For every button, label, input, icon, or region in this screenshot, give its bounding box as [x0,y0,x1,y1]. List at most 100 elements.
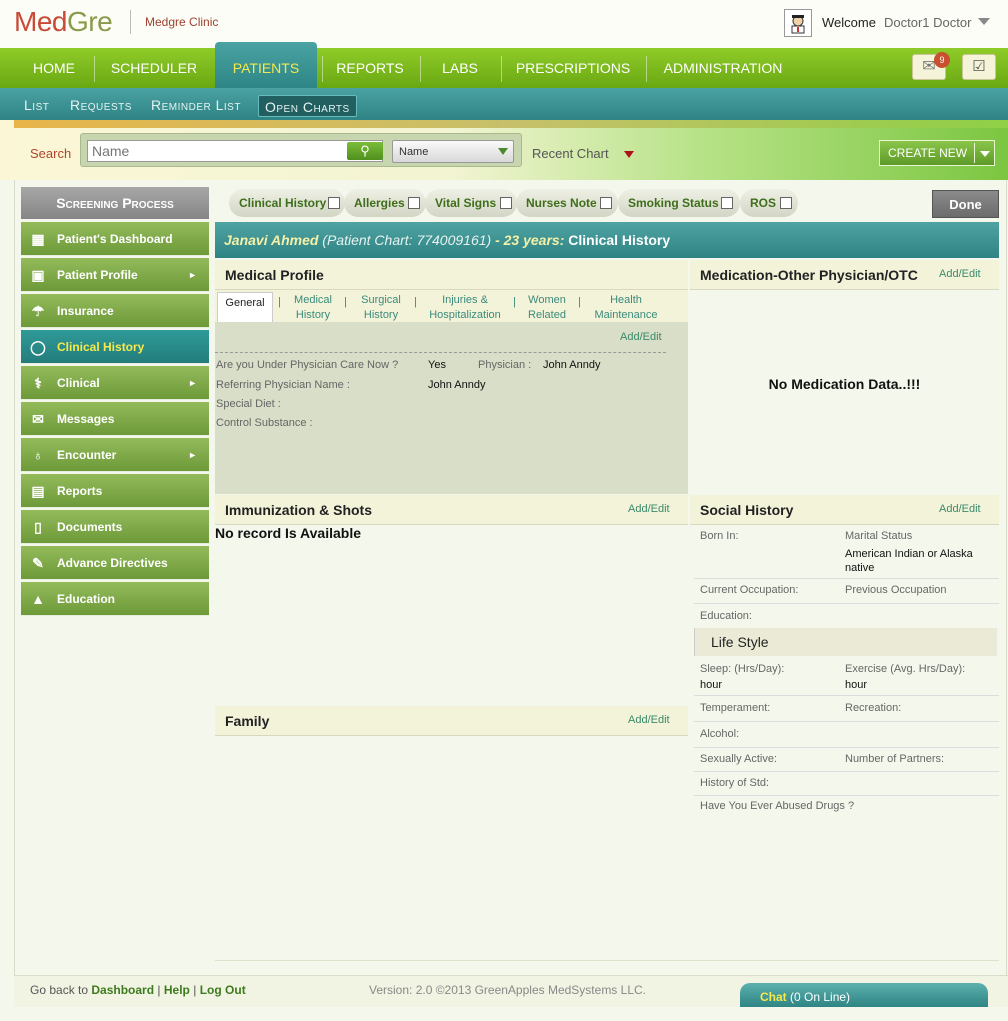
content-frame-left [14,180,15,975]
medication-add-edit[interactable]: Add/Edit [939,268,981,280]
doctor-avatar-icon [791,15,805,34]
nav-labs[interactable]: LABS [426,48,494,88]
mp-tab-health-maintenance[interactable]: Health Maintenance [590,293,662,323]
immunization-add-edit[interactable]: Add/Edit [628,503,670,515]
family-add-edit[interactable]: Add/Edit [628,714,670,726]
main-nav: HOME SCHEDULER PATIENTS REPORTS LABS PRE… [0,42,1008,88]
sidebar-item-clinical[interactable]: ⚕ Clinical ► [21,366,209,400]
medgre-logo[interactable]: MedGre [14,6,113,38]
mp-tab-women-related[interactable]: Women Related [524,293,570,323]
sidebar-item-advance-directives[interactable]: ✎ Advance Directives [21,546,209,580]
button-divider [974,143,975,163]
marital-status-value: American Indian or Alaska native [845,548,973,574]
tab-smoking-status[interactable]: Smoking Status [618,189,740,217]
sidebar-item-reports[interactable]: ▤ Reports [21,474,209,508]
sidebar-title: Screening Process [21,187,209,219]
chat-bar[interactable]: Chat (0 On Line) [740,983,988,1007]
physician-label: Physician : [478,359,532,371]
mp-tab-general[interactable]: General [217,292,273,324]
tab-checkbox[interactable] [780,197,792,209]
logout-link[interactable]: Log Out [200,983,246,997]
tab-checkbox[interactable] [500,197,512,209]
tab-checkbox[interactable] [328,197,340,209]
link-separator: | [193,983,197,997]
chevron-down-icon[interactable] [498,148,508,155]
avatar[interactable] [784,9,812,37]
tab-checkbox[interactable] [408,197,420,209]
tab-ros[interactable]: ROS [740,189,798,217]
tab-separator: | [414,296,417,308]
search-input[interactable] [87,140,383,162]
sidebar-item-label: Clinical History [57,340,145,354]
subnav-requests[interactable]: Requests [70,88,132,120]
nav-scheduler[interactable]: SCHEDULER [100,48,208,88]
done-button[interactable]: Done [932,190,999,218]
tab-allergies[interactable]: Allergies [344,189,426,217]
under-care-label: Are you Under Physician Care Now ? [216,359,399,371]
sidebar-item-insurance[interactable]: ☂ Insurance [21,294,209,328]
tab-label: Clinical History [239,196,327,210]
chevron-down-icon[interactable] [978,18,990,25]
sidebar-item-documents[interactable]: ▯ Documents [21,510,209,544]
social-history-add-edit[interactable]: Add/Edit [939,503,981,515]
special-diet-label: Special Diet : [216,398,281,410]
tab-label: Vital Signs [435,196,497,210]
mp-tab-surgical-history[interactable]: Surgical History [355,293,407,323]
tab-checkbox[interactable] [721,197,733,209]
sidebar-item-patient-s-dashboard[interactable]: ▦ Patient's Dashboard [21,222,209,256]
social-row [694,722,999,748]
nav-prescriptions[interactable]: PRESCRIPTIONS [507,48,639,88]
sidebar-item-clinical-history[interactable]: ◯ Clinical History [21,330,209,364]
caret-down-icon[interactable] [624,151,634,158]
exercise-label: Exercise (Avg. Hrs/Day): [845,663,966,675]
subnav-open-charts[interactable]: Open Charts [258,95,357,117]
search-type-select[interactable]: Name [392,140,514,163]
patient-header: Janavi Ahmed (Patient Chart: 774009161) … [215,222,999,258]
section-name: Clinical History [568,232,671,248]
create-new-button[interactable]: CREATE NEW [879,140,995,166]
education-label: Education: [700,610,752,622]
nav-home[interactable]: HOME [20,48,88,88]
tab-clinical-history[interactable]: Clinical History [229,189,345,217]
sleep-value: hour [700,679,723,691]
temperament-label: Temperament: [700,702,771,714]
chevron-down-icon[interactable] [980,151,990,157]
nav-patients[interactable]: PATIENTS [215,42,317,88]
sidebar-item-patient-profile[interactable]: ▣ Patient Profile ► [21,258,209,292]
nav-reports[interactable]: REPORTS [328,48,412,88]
tab-nurses-note[interactable]: Nurses Note [516,189,618,217]
under-care-value: Yes [428,359,446,371]
search-button[interactable]: ⚲ [347,142,383,160]
recent-chart-dropdown[interactable]: Recent Chart [532,146,609,161]
patient-chart-number: (Patient Chart: 774009161) [322,232,492,248]
tab-vital-signs[interactable]: Vital Signs [425,189,517,217]
nav-divider [646,56,647,82]
medical-profile-add-edit[interactable]: Add/Edit [620,331,662,343]
sidebar-item-encounter[interactable]: ♁ Encounter ► [21,438,209,472]
previous-occupation-label: Previous Occupation [845,584,947,596]
version-text: Version: 2.0 ©2013 GreenApples MedSystem… [369,983,646,997]
chat-label: Chat [760,990,787,1004]
subnav-reminder-list[interactable]: Reminder List [151,88,241,120]
dashboard-link[interactable]: Dashboard [91,983,154,997]
exercise-value: hour [845,679,868,691]
band-accent [14,120,1008,128]
user-name[interactable]: Doctor1 Doctor [884,15,971,30]
subnav-list[interactable]: List [24,88,49,120]
calendar-button[interactable]: ☑ [962,54,996,80]
sidebar-item-messages[interactable]: ✉ Messages [21,402,209,436]
calendar-check-icon: ☑ [972,58,986,75]
tab-separator: | [578,296,581,308]
sidebar-item-education[interactable]: ▲ Education [21,582,209,616]
nav-divider [322,56,323,82]
drug-abuse-label: Have You Ever Abused Drugs ? [700,800,855,812]
mp-tab-medical-history[interactable]: Medical History [288,293,338,323]
mp-tab-injuries[interactable]: Injuries & Hospitalization [424,293,506,323]
arrow-right-icon: ► [188,450,197,460]
patient-age: 23 years: [503,232,565,248]
help-link[interactable]: Help [164,983,190,997]
tab-checkbox[interactable] [600,197,612,209]
nav-administration[interactable]: ADMINISTRATION [652,48,794,88]
pen-paper-icon: ✎ [32,555,44,571]
umbrella-icon: ☂ [31,303,45,319]
